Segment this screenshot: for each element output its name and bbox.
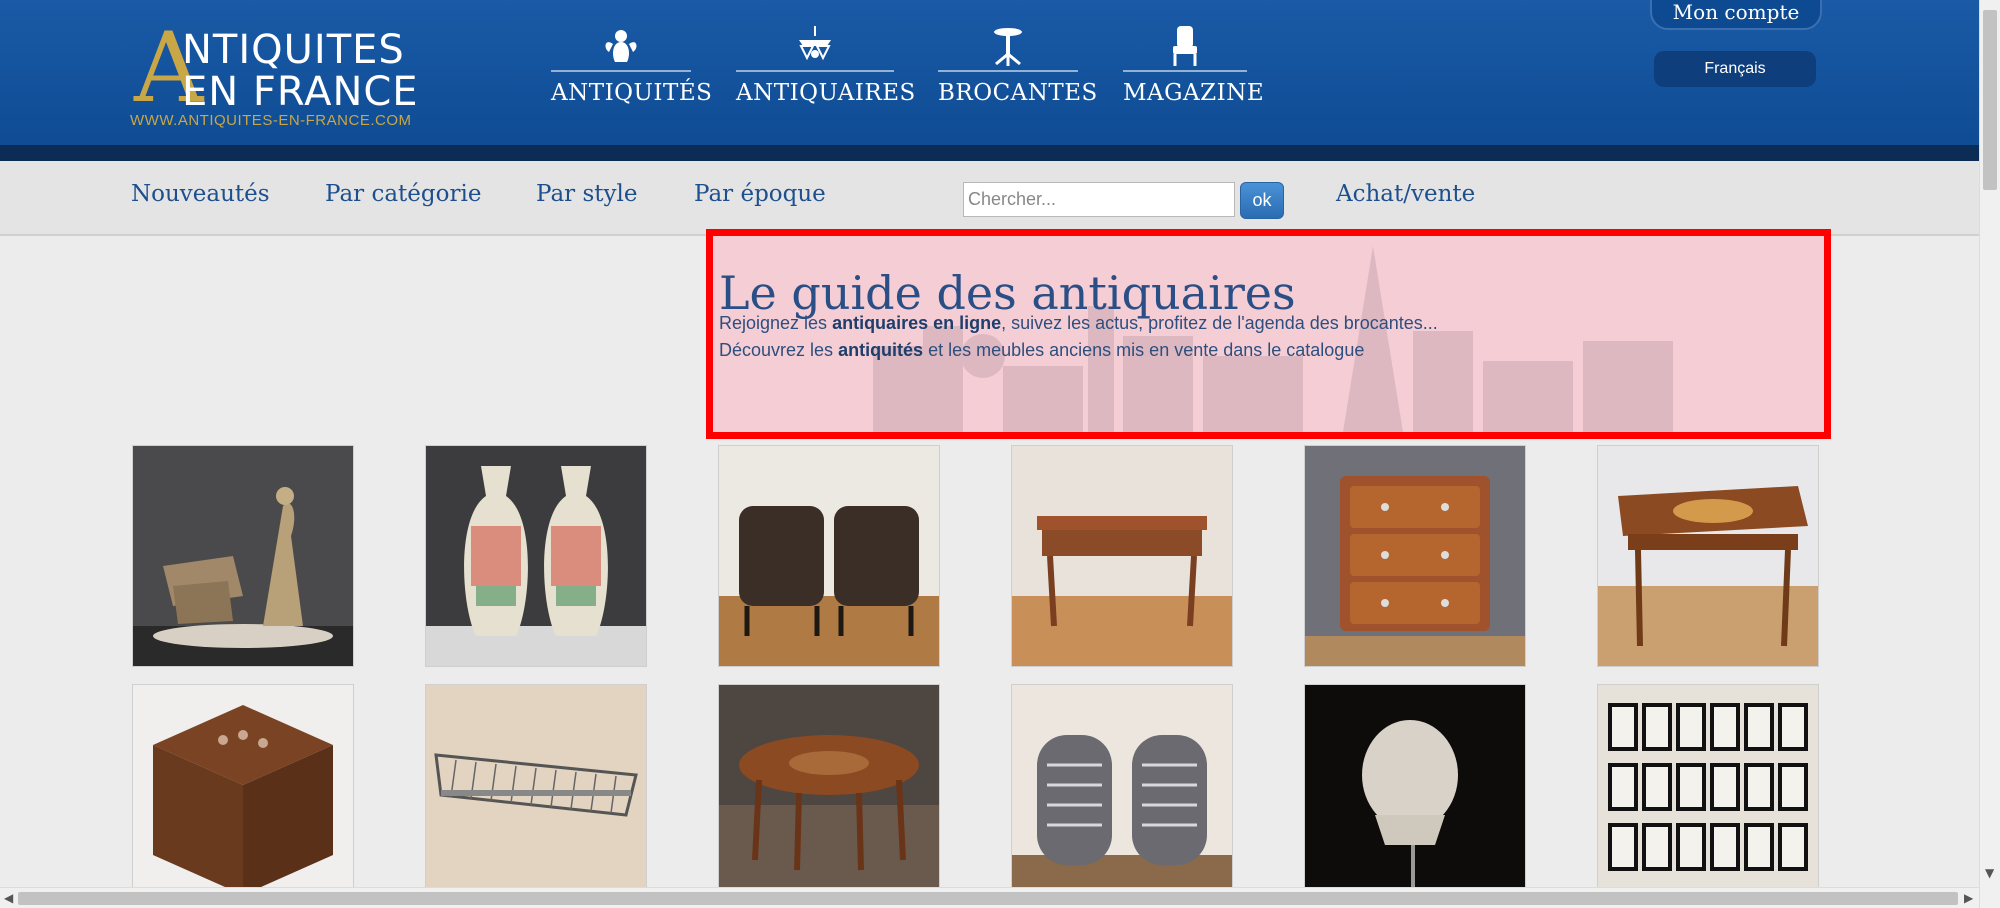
metal-rack-image[interactable]	[425, 684, 647, 906]
gueridon-table-icon	[994, 28, 1022, 66]
my-account-button[interactable]: Mon compte	[1650, 0, 1822, 30]
search-ok-button[interactable]: ok	[1240, 182, 1284, 219]
hero-line-1: Rejoignez les antiquaires en ligne, suiv…	[719, 313, 1438, 334]
leather-club-chairs-image[interactable]	[718, 445, 940, 667]
nav-label: ANTIQUAIRES	[736, 80, 916, 106]
nav-label: ANTIQUITÉS	[551, 80, 713, 106]
hero-link-antiquaires[interactable]: antiquaires en ligne	[832, 313, 1001, 333]
logo-line1: NTIQUITES	[182, 27, 405, 73]
round-table-image[interactable]	[718, 684, 940, 906]
hero-link-antiquites[interactable]: antiquités	[838, 340, 923, 360]
hero-line1-rest: , suivez les actus, profitez de l'agenda…	[1001, 313, 1438, 333]
chandelier-icon	[799, 26, 831, 61]
site-logo[interactable]: A NTIQUITES EN FRANCE WWW.ANTIQUITES-EN-…	[130, 20, 440, 130]
vertical-scroll-thumb[interactable]	[1983, 10, 1997, 190]
nav-underline	[736, 70, 894, 72]
hero-banner: Le guide des antiquaires Rejoignez les a…	[706, 229, 1831, 439]
scroll-down-arrow-icon[interactable]: ▼	[1985, 866, 1994, 880]
subnav-achat-vente[interactable]: Achat/vente	[1336, 181, 1475, 207]
nav-antiquites[interactable]: ANTIQUITÉS	[551, 22, 713, 112]
horizontal-scroll-thumb[interactable]	[18, 892, 1958, 905]
herbarium-frames-image[interactable]	[1597, 684, 1819, 906]
nav-underline	[1123, 70, 1247, 72]
site-header: A NTIQUITES EN FRANCE WWW.ANTIQUITES-EN-…	[0, 0, 1979, 161]
search-input[interactable]	[963, 182, 1235, 217]
cherub-icon	[605, 30, 637, 62]
writing-table-image[interactable]	[1011, 445, 1233, 667]
language-selector[interactable]: Français	[1654, 51, 1816, 87]
hero-line2-text: Découvrez les	[719, 340, 839, 360]
nav-brocantes[interactable]: BROCANTES	[938, 22, 1098, 112]
nav-magazine[interactable]: MAGAZINE	[1123, 22, 1265, 112]
hero-line1-text: Rejoignez les	[719, 313, 833, 333]
nav-label: MAGAZINE	[1123, 80, 1265, 106]
horizontal-scrollbar[interactable]: ◀ ▶	[0, 887, 1979, 908]
hero-line2-rest: et les meubles anciens mis en vente dans…	[923, 340, 1365, 360]
plaster-bust-image[interactable]	[1304, 684, 1526, 906]
nav-underline	[938, 70, 1078, 72]
canton-vases-image[interactable]	[425, 445, 647, 667]
art-deco-sculpture-image[interactable]	[132, 445, 354, 667]
vertical-scrollbar[interactable]: ▼	[1979, 0, 2000, 908]
scroll-left-arrow-icon[interactable]: ◀	[4, 891, 13, 905]
logo-url: WWW.ANTIQUITES-EN-FRANCE.COM	[130, 112, 412, 129]
logo-line2: EN FRANCE	[182, 69, 419, 115]
nav-label: BROCANTES	[938, 80, 1098, 106]
subnav-par-epoque[interactable]: Par époque	[694, 181, 826, 207]
subnav-par-style[interactable]: Par style	[536, 181, 637, 207]
pair-of-armchairs-image[interactable]	[1011, 684, 1233, 906]
subnav-par-categorie[interactable]: Par catégorie	[325, 181, 481, 207]
nav-antiquaires[interactable]: ANTIQUAIRES	[736, 22, 916, 112]
marquetry-box-image[interactable]	[132, 684, 354, 906]
scroll-right-arrow-icon[interactable]: ▶	[1964, 891, 1973, 905]
hero-title: Le guide des antiquaires	[719, 266, 1296, 320]
nav-underline	[551, 70, 691, 72]
chest-of-drawers-image[interactable]	[1304, 445, 1526, 667]
subnav-nouveautes[interactable]: Nouveautés	[131, 181, 270, 207]
secondary-navigation: Nouveautés Par catégorie Par style Par é…	[0, 161, 1979, 236]
hero-line-2: Découvrez les antiquités et les meubles …	[719, 340, 1364, 361]
armchair-icon	[1173, 26, 1197, 66]
marquetry-table-image[interactable]	[1597, 445, 1819, 667]
header-stripe	[0, 145, 1979, 161]
